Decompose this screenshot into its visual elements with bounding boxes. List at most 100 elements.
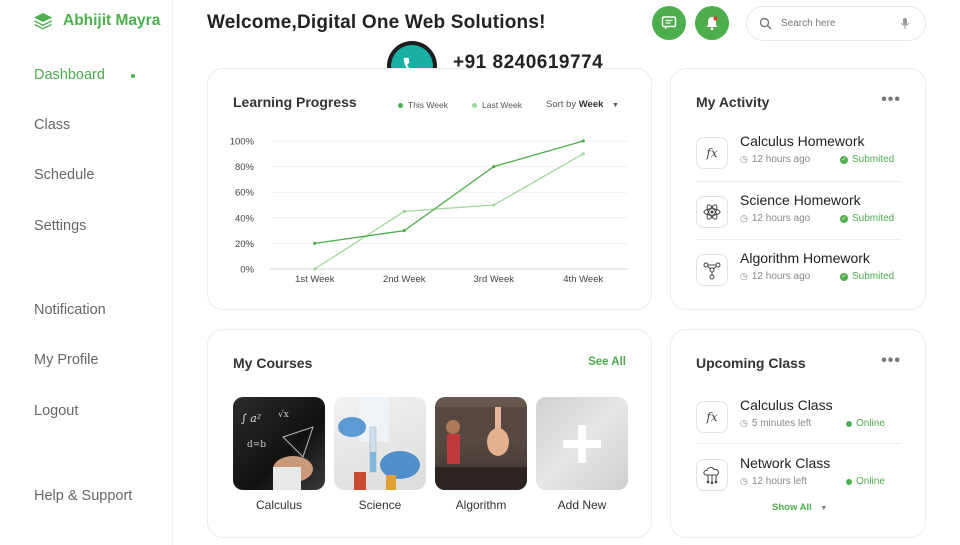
course-label: Algorithm	[455, 498, 507, 512]
sidebar-item-schedule[interactable]: Schedule	[34, 167, 94, 183]
brand[interactable]: Abhijit Mayra	[33, 12, 160, 30]
data-point	[581, 139, 585, 143]
activity-item[interactable]: fx Calculus Homework ◷ 12 hours ago ✓ Subm…	[696, 133, 901, 181]
activity-status-text: Submited	[852, 213, 895, 224]
svg-text:∫ a²: ∫ a²	[241, 412, 261, 425]
course-label: Science	[358, 498, 402, 512]
legend-last-week: Last Week	[472, 100, 522, 110]
bell-icon	[706, 16, 718, 31]
clock-icon: ◷	[740, 418, 748, 428]
layers-logo-icon	[34, 13, 52, 30]
course-card-science[interactable]: Science	[334, 397, 426, 512]
clock-icon: ◷	[740, 476, 748, 486]
data-point	[402, 229, 406, 233]
activity-item[interactable]: Science Homework ◷ 12 hours ago ✓ Submited	[696, 192, 901, 240]
class-time-text: 5 minutes left	[751, 418, 812, 429]
activity-time-text: 12 hours ago	[751, 154, 811, 165]
data-point	[402, 209, 406, 213]
learning-progress-chart: 0% 20% 40% 60% 80% 100% 1st Week 2nd Week 3rd We…	[230, 137, 628, 285]
show-all-link[interactable]: Show All ▼	[772, 502, 827, 513]
course-label: Add New	[557, 498, 607, 512]
brand-name: Abhijit Mayra	[63, 12, 161, 29]
sidebar-item-profile[interactable]: My Profile	[34, 352, 98, 368]
microphone-icon[interactable]	[900, 17, 910, 30]
sort-by-dropdown[interactable]: Sort by Week ▼	[546, 99, 619, 110]
upcoming-class-item[interactable]: fx Calculus Class ◷ 5 minutes left Online	[696, 397, 901, 445]
clock-icon: ◷	[740, 271, 748, 281]
more-options-icon[interactable]: •••	[881, 91, 901, 109]
activity-status-text: Submited	[852, 271, 895, 282]
class-status-text: Online	[856, 476, 885, 487]
sidebar-item-notification[interactable]: Notification	[34, 302, 106, 318]
data-point	[313, 267, 317, 271]
my-courses-title: My Courses	[233, 355, 313, 371]
divider	[696, 443, 901, 444]
class-status: Online	[846, 418, 885, 429]
activity-status: ✓ Submited	[840, 271, 894, 282]
course-card-algorithm[interactable]: Algorithm	[435, 397, 527, 512]
add-new-course-button[interactable]: Add New	[536, 397, 628, 512]
activity-item[interactable]: Algorithm Homework ◷ 12 hours ago ✓ Submit…	[696, 250, 901, 298]
course-card-calculus[interactable]: ∫ a² √x d=b Calculus	[233, 397, 325, 512]
activity-status: ✓ Submited	[840, 154, 894, 165]
x-tick-label: 4th Week	[563, 274, 603, 285]
activity-title: Calculus Homework	[740, 133, 865, 149]
upcoming-class-card: Upcoming Class ••• fx Calculus Class ◷ 5 …	[670, 329, 926, 538]
upcoming-class-item[interactable]: Network Class ◷ 12 hours left Online	[696, 455, 901, 503]
sort-by-label: Sort by	[546, 99, 577, 110]
data-point	[581, 152, 585, 156]
activity-time-text: 12 hours ago	[751, 213, 811, 224]
more-options-icon[interactable]: •••	[881, 352, 901, 370]
activity-title: Science Homework	[740, 192, 861, 208]
caret-down-icon: ▼	[612, 102, 619, 109]
cloud-network-icon	[696, 459, 728, 491]
x-tick-label: 1st Week	[295, 274, 335, 285]
check-circle-icon: ✓	[840, 272, 848, 281]
activity-time: ◷ 12 hours ago	[740, 213, 810, 224]
learning-progress-title: Learning Progress	[233, 94, 357, 110]
sidebar-item-settings[interactable]: Settings	[34, 218, 86, 234]
class-title: Calculus Class	[740, 397, 833, 413]
class-status-text: Online	[856, 418, 885, 429]
sidebar-item-help[interactable]: Help & Support	[34, 488, 132, 504]
search-input[interactable]	[781, 18, 891, 29]
online-dot-icon	[846, 478, 852, 485]
class-time: ◷ 12 hours left	[740, 476, 807, 487]
x-tick-label: 3rd Week	[474, 274, 515, 285]
sidebar-item-logout[interactable]: Logout	[34, 403, 78, 419]
check-circle-icon: ✓	[840, 214, 848, 223]
main-content: Welcome,Digital One Web Solutions! +91 8…	[173, 0, 960, 545]
plus-icon	[563, 425, 601, 463]
divider	[696, 181, 901, 182]
see-all-link[interactable]: See All	[588, 356, 626, 368]
show-all-label: Show All	[772, 502, 812, 513]
online-dot-icon	[846, 420, 852, 427]
search-bar[interactable]	[746, 6, 926, 41]
svg-text:d=b: d=b	[247, 440, 266, 450]
clock-icon: ◷	[740, 154, 748, 164]
chat-icon	[661, 16, 677, 30]
svg-text:√x: √x	[278, 409, 289, 420]
y-tick-label: 100%	[230, 137, 255, 148]
series-line	[314, 153, 584, 270]
my-activity-title: My Activity	[696, 94, 770, 110]
y-tick-label: 80%	[235, 162, 255, 173]
activity-status: ✓ Submited	[840, 213, 894, 224]
activity-title: Algorithm Homework	[740, 250, 870, 266]
y-tick-label: 0%	[240, 265, 254, 276]
notifications-button[interactable]	[695, 6, 729, 40]
data-point	[492, 165, 496, 169]
sidebar-item-class[interactable]: Class	[34, 117, 70, 133]
legend-last-label: Last Week	[482, 100, 523, 110]
sidebar-item-dashboard[interactable]: Dashboard	[34, 67, 105, 83]
class-time: ◷ 5 minutes left	[740, 418, 811, 429]
my-courses-card: My Courses See All ∫ a² √x d=b Calculus	[207, 329, 652, 538]
add-new-image	[536, 397, 628, 490]
activity-time: ◷ 12 hours ago	[740, 154, 810, 165]
divider	[696, 239, 901, 240]
class-time-text: 12 hours left	[751, 476, 807, 487]
x-tick-label: 2nd Week	[383, 274, 426, 285]
my-activity-card: My Activity ••• fx Calculus Homework ◷ 12…	[670, 68, 926, 310]
calculus-image: ∫ a² √x d=b	[233, 397, 325, 490]
messages-button[interactable]	[652, 6, 686, 40]
